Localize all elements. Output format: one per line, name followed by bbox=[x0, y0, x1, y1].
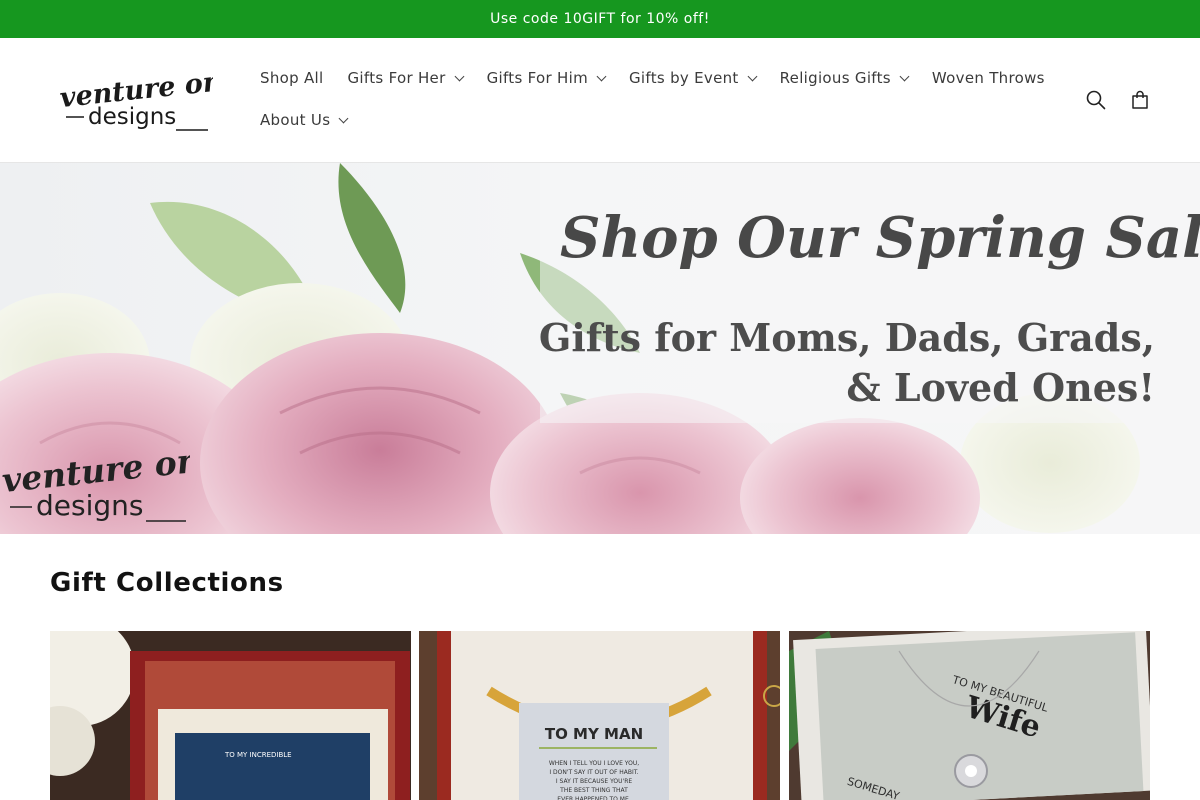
nav-gifts-for-him[interactable]: Gifts For Him bbox=[475, 58, 617, 98]
announcement-text: Use code 10GIFT for 10% off! bbox=[490, 11, 710, 27]
cart-icon bbox=[1132, 90, 1148, 109]
collection-card[interactable]: TO MY INCREDIBLE bbox=[50, 631, 411, 800]
collection-grid: TO MY INCREDIBLE TO MY MAN WHEN I TELL Y… bbox=[50, 631, 1150, 800]
main-nav: Shop All Gifts For Her Gifts For Him Gif… bbox=[248, 58, 1044, 140]
hero-banner[interactable]: Shop Our Spring Sale Gifts for Moms, Dad… bbox=[0, 163, 1200, 534]
svg-text:I SAY IT BECAUSE YOU'RE: I SAY IT BECAUSE YOU'RE bbox=[556, 778, 633, 785]
nav-label: Gifts For Her bbox=[347, 69, 446, 87]
svg-text:I DON'T SAY IT OUT OF HABIT.: I DON'T SAY IT OUT OF HABIT. bbox=[549, 769, 638, 776]
section-heading: Gift Collections bbox=[50, 568, 284, 598]
hero-title: Shop Our Spring Sale bbox=[560, 205, 1200, 271]
chevron-down-icon bbox=[338, 113, 349, 123]
collection-image: TO MY BEAUTIFUL Wife SOMEDAY bbox=[789, 631, 1150, 800]
nav-woven-throws[interactable]: Woven Throws bbox=[920, 58, 1057, 98]
chevron-down-icon bbox=[747, 71, 758, 81]
svg-text:EVER HAPPENED TO ME.: EVER HAPPENED TO ME. bbox=[557, 796, 630, 800]
chevron-down-icon bbox=[899, 71, 910, 81]
hero-subtitle-line: Gifts for Moms, Dads, Grads, bbox=[538, 315, 1155, 360]
nav-label: About Us bbox=[260, 111, 331, 129]
chevron-down-icon bbox=[596, 71, 607, 81]
svg-text:THE BEST THING THAT: THE BEST THING THAT bbox=[559, 787, 628, 794]
collection-card[interactable]: TO MY MAN WHEN I TELL YOU I LOVE YOU, I … bbox=[419, 631, 780, 800]
card-print-text: TO MY INCREDIBLE bbox=[224, 751, 292, 759]
svg-text:WHEN I TELL YOU I LOVE YOU,: WHEN I TELL YOU I LOVE YOU, bbox=[549, 760, 639, 767]
nav-label: Shop All bbox=[260, 69, 324, 87]
nav-label: Gifts For Him bbox=[486, 69, 588, 87]
nav-about-us[interactable]: About Us bbox=[248, 100, 359, 140]
announcement-bar: Use code 10GIFT for 10% off! bbox=[0, 0, 1200, 38]
nav-shop-all[interactable]: Shop All bbox=[248, 58, 336, 98]
search-button[interactable] bbox=[1082, 86, 1110, 114]
hero-brand-logo: venture on designs bbox=[0, 445, 190, 522]
search-icon bbox=[1086, 90, 1106, 110]
nav-gifts-by-event[interactable]: Gifts by Event bbox=[617, 58, 768, 98]
chevron-down-icon bbox=[454, 71, 465, 81]
svg-text:designs: designs bbox=[36, 489, 143, 522]
nav-label: Religious Gifts bbox=[779, 69, 891, 87]
hero-subtitle: Gifts for Moms, Dads, Grads, & Loved One… bbox=[539, 313, 1155, 413]
site-header: venture on designs Shop All Gifts For He… bbox=[0, 48, 1200, 163]
collection-image: TO MY MAN WHEN I TELL YOU I LOVE YOU, I … bbox=[419, 631, 780, 800]
svg-text:designs: designs bbox=[88, 104, 176, 130]
cart-button[interactable] bbox=[1126, 86, 1154, 114]
hero-subtitle-line: & Loved Ones! bbox=[846, 365, 1155, 410]
collection-card[interactable]: TO MY BEAUTIFUL Wife SOMEDAY bbox=[789, 631, 1150, 800]
brand-logo[interactable]: venture on designs bbox=[58, 70, 213, 134]
nav-label: Gifts by Event bbox=[629, 69, 739, 87]
collection-image: TO MY INCREDIBLE bbox=[50, 631, 411, 800]
nav-gifts-for-her[interactable]: Gifts For Her bbox=[336, 58, 475, 98]
card-print-title: TO MY MAN bbox=[545, 725, 643, 743]
nav-label: Woven Throws bbox=[931, 69, 1045, 87]
nav-religious-gifts[interactable]: Religious Gifts bbox=[768, 58, 920, 98]
